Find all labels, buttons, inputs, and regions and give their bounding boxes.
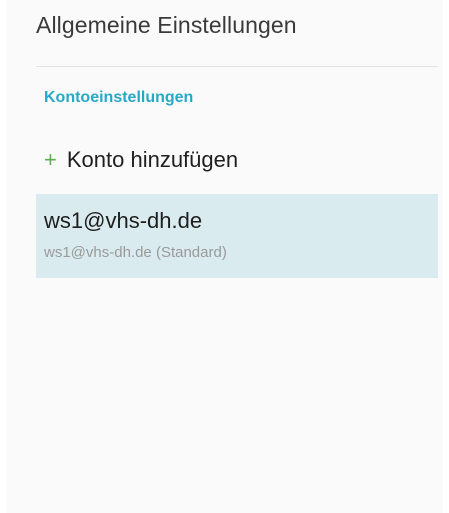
- account-settings-header: Kontoeinstellungen: [44, 89, 194, 106]
- general-settings-item[interactable]: Allgemeine Einstellungen: [36, 12, 297, 39]
- add-account-label: Konto hinzufügen: [66, 147, 239, 172]
- plus-icon: +: [44, 147, 57, 172]
- add-account-button[interactable]: + Konto hinzufügen: [44, 145, 238, 175]
- account-name: ws1@vhs-dh.de: [44, 208, 203, 233]
- account-subtitle: ws1@vhs-dh.de (Standard): [44, 244, 227, 261]
- account-list-item[interactable]: ws1@vhs-dh.de ws1@vhs-dh.de (Standard): [36, 194, 438, 278]
- settings-panel: Allgemeine Einstellungen Kontoeinstellun…: [6, 0, 443, 513]
- divider: [36, 66, 438, 67]
